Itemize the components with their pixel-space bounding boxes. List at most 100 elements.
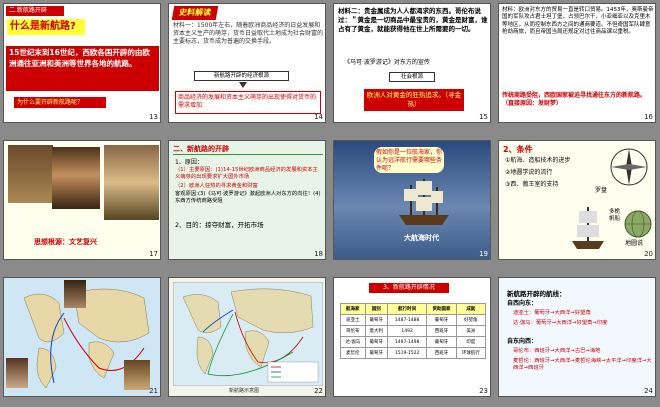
item-2: 2、目的：掠夺财富，开拓市场 <box>175 221 264 229</box>
table-cell: 环球航行 <box>455 347 487 359</box>
slide-number: 22 <box>314 387 323 395</box>
table-row: 达·伽马 葡萄牙 1497-1498 葡萄牙 印度 <box>340 336 487 348</box>
source-paragraph: 材料二：贵金属成为人人都渴求的东西。哥伦布说过：＂黄金是一切商品中最宝贵的，黄金… <box>338 7 488 33</box>
route-map-image <box>173 282 323 386</box>
table-cell: 西班牙 <box>426 347 457 359</box>
table-cell: 葡萄牙 <box>426 336 457 348</box>
definition-box: 15世纪末到16世纪，西欧各国开辟的由欧洲通往亚洲和美洲等世界各地的航路。 <box>6 46 159 91</box>
slide-number: 13 <box>149 113 158 121</box>
table-cell: 意大利 <box>364 325 388 337</box>
caption: 大航海时代 <box>404 234 439 242</box>
table-cell: 葡萄牙 <box>364 314 388 326</box>
table-header-row: 航海家 国别 航行时间 资助国家 成就 <box>340 303 487 315</box>
condition-1: ①航海、造船技术的进步 <box>505 157 571 164</box>
flow-label: 新航路开辟的经济根源 <box>194 71 289 81</box>
slide-16-thumbnail[interactable]: 材料：欧洲对东方的贸易一直是转口贸易。1453年，奥斯曼帝国的军队攻占君士坦丁堡… <box>498 3 656 123</box>
ship-label: 多桅帆船 <box>609 209 621 223</box>
slide-number: 15 <box>479 113 488 121</box>
slide-14-thumbnail[interactable]: 史料解读 材料一：1500年左右，随着欧洲商品经济的日益发展和资本主义生产的萌芽… <box>168 3 326 123</box>
slide-number: 24 <box>644 387 653 395</box>
table-cell: 葡萄牙 <box>426 314 457 326</box>
table-cell: 美洲 <box>455 325 487 337</box>
ship-icon <box>572 207 604 249</box>
table-cell: 麦哲伦 <box>340 347 366 359</box>
table-header: 成就 <box>455 303 487 315</box>
table-header: 航海家 <box>340 303 366 315</box>
table-header: 资助国家 <box>426 303 457 315</box>
slide-20-thumbnail[interactable]: 2、条件 ①航海、造船技术的进步 ②地圆学说的流行 ③西、葡王室的支持 罗盘 多… <box>498 140 656 260</box>
slide-23-thumbnail[interactable]: 3、新航路开辟情况 航海家 国别 航行时间 资助国家 成就 迪亚士 葡萄牙 14… <box>333 277 491 397</box>
item-1c: 客观原因:(3)《马可·波罗游记》激起欧洲人对东方的向往！(4)东西方传统商路受… <box>175 191 321 205</box>
table-cell: 迪亚士 <box>340 314 366 326</box>
table-row: 迪亚士 葡萄牙 1487-1488 葡萄牙 好望角 <box>340 314 487 326</box>
table-row: 麦哲伦 葡萄牙 1519-1522 西班牙 环球航行 <box>340 347 487 359</box>
slide-heading: 新航路开辟的航线： <box>507 290 566 298</box>
mona-lisa-image <box>52 147 100 209</box>
west-title: 自东向西： <box>507 338 538 345</box>
east-route-1: 迪亚士：葡萄牙→大西洋→好望角 <box>513 310 591 316</box>
banner-title: 史料解读 <box>171 6 219 20</box>
condition-3: ③西、葡王室的支持 <box>505 181 559 188</box>
slide-heading: 2、条件 <box>503 145 533 154</box>
slide-24-thumbnail[interactable]: 新航路开辟的航线： 自西向东： 迪亚士：葡萄牙→大西洋→好望角 达·伽马：葡萄牙… <box>498 277 656 397</box>
slide-number: 19 <box>479 250 488 258</box>
table-row: 哥伦布 意大利 1492 西班牙 美洲 <box>340 325 487 337</box>
slide-number: 18 <box>314 250 323 258</box>
question-title: 什么是新航路? <box>7 19 85 35</box>
table-cell: 哥伦布 <box>340 325 366 337</box>
slide-18-thumbnail[interactable]: 二、新航路的开辟 1、原因： （1）主要原因：(1)14-15世纪欧洲商品经济的… <box>168 140 326 260</box>
slide-22-thumbnail[interactable]: 新航路示意图 22 <box>168 277 326 397</box>
slide-number: 17 <box>149 250 158 258</box>
slide-heading: 3、新航路开辟情况 <box>369 283 449 293</box>
table-cell: 1497-1498 <box>386 336 428 348</box>
painting-image <box>8 145 53 203</box>
conclusion-text: 传统商路受阻，西欧国家被迫寻找通往东方的新航路。（直接原因：发财梦） <box>502 92 647 108</box>
slide-17-thumbnail[interactable]: 思想根源：文艺复兴 17 <box>3 140 161 260</box>
map-caption: 新航路示意图 <box>229 388 260 394</box>
slide-number: 21 <box>149 387 158 395</box>
source-paragraph: 材料一：1500年左右，随着欧洲商品经济的日益发展和资本主义生产的萌芽，货币日益… <box>173 22 324 46</box>
highlight-box: 商品经济的发展和资本主义萌芽的出现使得对货币的需求增加 <box>175 91 321 114</box>
item-1b: （2）欧洲人狂热的寻求黄金和财富 <box>175 183 258 189</box>
root-caption: 思想根源：文艺复兴 <box>34 238 97 246</box>
condition-2: ②地圆学说的流行 <box>505 169 553 176</box>
compass-icon <box>610 148 648 186</box>
east-route-2: 达·伽马：葡萄牙→大西洋→好望角→印度 <box>513 320 608 326</box>
slide-number: 20 <box>644 250 653 258</box>
source-paragraph: 材料：欧洲对东方的贸易一直是转口贸易。1453年，奥斯曼帝国的军队攻占君士坦丁堡… <box>502 7 654 36</box>
slide-number: 16 <box>644 113 653 121</box>
table-cell: 达·伽马 <box>340 336 366 348</box>
table-cell: 葡萄牙 <box>364 336 388 348</box>
divider <box>173 154 323 155</box>
table-cell: 1492 <box>386 325 428 337</box>
table-cell: 好望角 <box>455 314 487 326</box>
slide-13-thumbnail[interactable]: 二.新航路开辟 什么是新航路? 15世纪末到16世纪，西欧各国开辟的由欧洲通往亚… <box>3 3 161 123</box>
slide-sorter-grid: 二.新航路开辟 什么是新航路? 15世纪末到16世纪，西欧各国开辟的由欧洲通往亚… <box>0 0 660 407</box>
table-header: 航行时间 <box>386 303 428 315</box>
slide-21-thumbnail[interactable]: 21 <box>3 277 161 397</box>
source-note: 《马可·波罗游记》对东方的宣传 <box>344 59 430 66</box>
portrait-image <box>6 358 28 388</box>
voyages-table: 航海家 国别 航行时间 资助国家 成就 迪亚士 葡萄牙 1487-1488 葡萄… <box>340 303 487 359</box>
item-1a: （1）主要原因：(1)14-15世纪欧洲商品经济的发展和资本主义萌芽的出现要求扩… <box>175 167 318 181</box>
item-1: 1、原因： <box>175 159 203 166</box>
speech-bubble: 假如你是一位航海家，你认为远洋航行需要哪些条件呢？ <box>374 147 444 173</box>
slide-15-thumbnail[interactable]: 材料二：贵金属成为人人都渴求的东西。哥伦布说过：＂黄金是一切商品中最宝贵的，黄金… <box>333 3 491 123</box>
section-tag: 二.新航路开辟 <box>6 6 64 16</box>
table-cell: 葡萄牙 <box>364 347 388 359</box>
slide-number: 23 <box>479 387 488 395</box>
globe-icon <box>624 210 652 238</box>
table-cell: 西班牙 <box>426 325 457 337</box>
table-cell: 印度 <box>455 336 487 348</box>
table-cell: 1487-1488 <box>386 314 428 326</box>
ship-icon <box>399 179 449 225</box>
portrait-image <box>124 360 150 390</box>
west-route-1: 哥伦布：西班牙→大西洋→古巴→海地 <box>513 348 601 354</box>
arrow-down-icon <box>239 82 247 88</box>
compass-label: 罗盘 <box>595 187 608 194</box>
question-prompt: 为什么要开辟新航路呢？ <box>14 97 106 108</box>
west-route-2: 麦哲伦：西班牙→大西洋→麦哲伦海峡→太平洋→印度洋→大西洋→西班牙 <box>513 358 652 372</box>
east-title: 自西向东： <box>507 300 538 307</box>
highlight-box: 欧洲人对黄金的狂热追求。（寻金热） <box>364 89 464 111</box>
slide-19-thumbnail[interactable]: 假如你是一位航海家，你认为远洋航行需要哪些条件呢？ 大航海时代 19 <box>333 140 491 260</box>
